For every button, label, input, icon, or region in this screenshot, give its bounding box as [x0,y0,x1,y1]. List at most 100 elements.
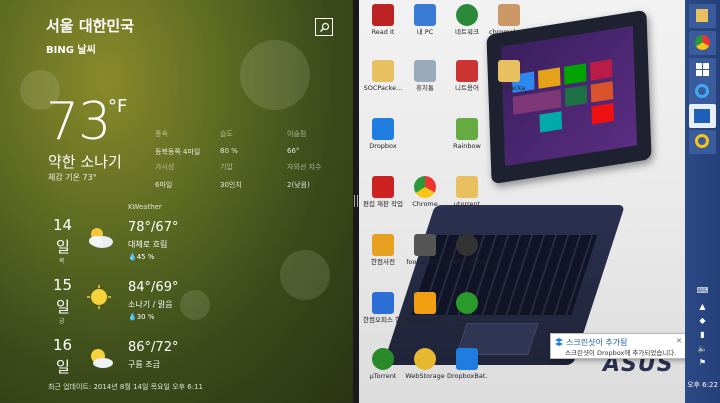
desktop-icon[interactable]: SOCPacka [489,60,529,92]
taskbar-start-button[interactable] [689,58,716,82]
forecast-date: 16 [53,336,73,354]
forecast-day-suffix: 일 [56,298,70,316]
taskbar-chrome-button[interactable] [689,31,716,55]
folder-icon [498,60,520,82]
desktop-icon-label: 한컴사전 [371,258,395,266]
desktop-icon-label: 내 PC [416,28,434,36]
desktop-icon[interactable]: chromebook [489,4,529,36]
desktop-icon[interactable]: 니트용어 [447,60,487,92]
cloudy-icon [89,228,113,248]
forecast-date: 14 [53,216,73,234]
forecast-precipitation: 💧30 % [128,313,155,321]
desktop-icon[interactable]: SOCPacke... [363,60,403,92]
forecast-precipitation: 💧45 % [128,253,155,261]
forecast-weekday: 목 [59,258,65,265]
forecast-weekday: 금 [59,318,65,325]
forecast-day-suffix: 일 [56,238,70,256]
desktop-icon-label: DropboxBat... [447,372,487,380]
desktop-icon[interactable]: Chrome [405,176,445,208]
desktop-icon[interactable]: 내 PC [405,4,445,36]
desktop-icon-label: 네트워크 [455,28,479,36]
forecast-source[interactable]: KWeather [128,203,162,211]
taskbar-outlook-button[interactable] [689,104,716,128]
wallpaper-tablet-screen [500,25,638,167]
desktop-icon[interactable]: 한컴오피스 한글 2010 [363,292,403,324]
desktop-icon[interactable]: Dropbox [363,118,403,150]
notification-body: 스크린샷이 Dropbox에 추가되었습니다. [565,349,677,357]
temperature-unit[interactable]: °F [108,96,127,117]
dropbox-tray-icon[interactable]: ◆ [689,316,716,328]
document-icon [456,60,478,82]
clock[interactable]: 오후 6:22 [685,380,720,390]
stat-value: 6마일 [155,181,173,189]
network-tray-icon[interactable]: ▮ [689,330,716,342]
desktop-icon[interactable]: Rainbow [447,118,487,150]
desktop-icon[interactable]: 한컴사전 [363,234,403,266]
tile [563,63,587,85]
forecast-day[interactable]: 14 일 목 78°/67° 대체로 흐림 💧45 % [0,216,353,274]
desktop-icon[interactable]: Samsung Kies 3 [405,292,445,324]
desktop-icon[interactable]: 네트워크 [447,4,487,36]
desktop-icon[interactable]: 휴지통 [405,60,445,92]
read-it-icon [372,4,394,26]
windows-icon [696,63,709,76]
headphones-icon [456,234,478,256]
taskbar-explorer-button[interactable] [689,4,716,28]
volume-icon[interactable]: 🔈 [689,344,716,356]
keyboard-tray-icon[interactable]: ⌨ [689,286,716,298]
desktop-icon[interactable]: foobar2000 [405,234,445,266]
mail-icon [694,109,710,123]
editor-icon [372,176,394,198]
melon-icon [456,292,478,314]
precipitation-value: 45 % [136,253,155,261]
stat-uv-index: 자외선 지수 2(낮음) [287,162,321,190]
dropbox-icon [555,338,563,346]
desktop-icon[interactable]: Read It [363,4,403,36]
stat-humidity: 습도 80 % [220,129,238,155]
desktop-icon[interactable]: µTorrent [363,348,403,380]
search-icon [320,22,330,32]
stat-label: 이슬점 [287,130,307,138]
stat-value: 30인치 [220,181,242,189]
current-condition: 약한 소나기 [48,153,122,171]
recycle-bin-icon [414,60,436,82]
taskbar-ie-button[interactable] [689,80,716,104]
search-button[interactable] [315,18,333,36]
provider-label: BING 날씨 [46,45,96,56]
close-icon[interactable]: ✕ [676,337,682,345]
desktop-icon-label: SOCPacka [492,84,526,92]
forecast-description: 구름 조금 [128,360,160,369]
tile [591,103,615,125]
desktop-icon-label: MelOn Player4 [447,258,487,266]
desktop-icon-label: Read It [371,28,395,36]
desktop-icon-label: chromebook [489,28,529,36]
desktop-icon-label: 휴지통 [416,84,434,92]
desktop-icon[interactable]: DropboxBat... [447,348,487,380]
location-title[interactable]: 서울 대한민국 [46,15,134,36]
divider-grip-icon[interactable] [354,195,358,207]
dropbox-icon [456,348,478,370]
current-temperature: 73 [46,92,111,152]
desktop-icon[interactable]: WebStorage [405,348,445,380]
desktop-icon-label: 니트용어 [455,84,479,92]
forecast-day[interactable]: 15 일 금 84°/69° 소나기 / 맑음 💧30 % [0,276,353,334]
precipitation-value: 30 % [136,313,155,321]
desktop-icon[interactable]: utorrent [447,176,487,208]
dropbox-notification[interactable]: 스크린샷이 추가됨 스크린샷이 Dropbox에 추가되었습니다. ✕ [550,333,687,359]
weather-app: 서울 대한민국 BING 날씨 73 °F 약한 소나기 체감 기온 73° 풍… [0,0,353,403]
desktop-icon-label: WebStorage [405,372,445,380]
desktop-icon[interactable]: 편집 재판 작업 [363,176,403,208]
tile [589,59,613,81]
tile [512,89,562,115]
taskbar-ie-pinned-button[interactable] [689,130,716,154]
stat-label: 풍속 [155,130,168,138]
stat-label: 자외선 지수 [287,163,322,171]
stat-dewpoint: 이슬점 66° [287,129,306,155]
foobar-icon [414,234,436,256]
stat-value: 80 % [220,147,238,155]
desktop-icon-label: µTorrent [369,372,397,380]
show-hidden-icons[interactable]: ▲ [689,302,716,314]
desktop-icon[interactable]: MelOn Player4 [447,234,487,266]
desktop-icon[interactable]: MelOn [447,292,487,324]
flag-icon[interactable]: ⚑ [689,358,716,370]
